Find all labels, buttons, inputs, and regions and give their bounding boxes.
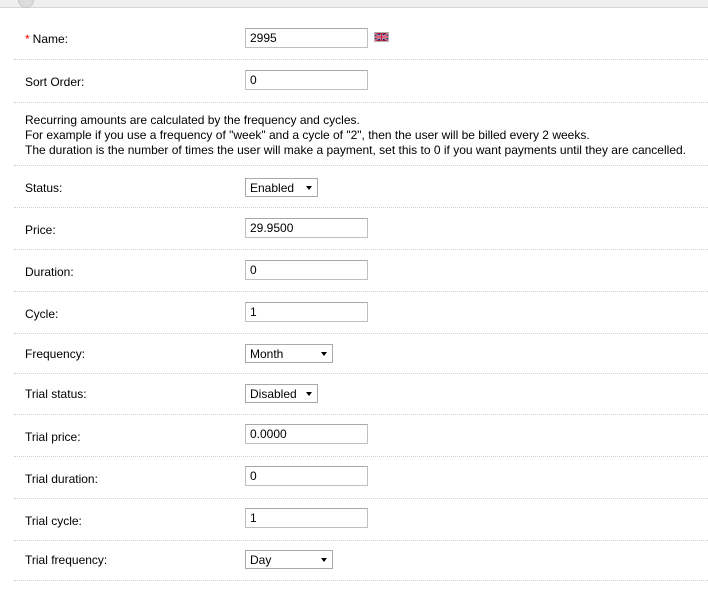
trial-duration-label: Trial duration: [25, 472, 98, 486]
sort-order-label: Sort Order: [25, 75, 85, 89]
duration-label: Duration: [25, 265, 74, 279]
status-row: Status: Enabled [14, 166, 708, 208]
trial-price-label: Trial price: [25, 430, 81, 444]
name-label-text: Name: [32, 32, 69, 46]
status-select[interactable]: Enabled [245, 178, 318, 197]
frequency-row: Frequency: Month [14, 334, 708, 374]
trial-status-row: Trial status: Disabled [14, 374, 708, 415]
trial-duration-input[interactable] [245, 466, 368, 486]
trial-cycle-row: Trial cycle: [14, 499, 708, 541]
panel-corner-icon [18, 0, 34, 8]
duration-row: Duration: [14, 250, 708, 292]
trial-frequency-row: Trial frequency: Day [14, 541, 708, 581]
trial-frequency-select[interactable]: Day [245, 550, 333, 569]
trial-cycle-input[interactable] [245, 508, 368, 528]
chevron-down-icon [321, 558, 327, 562]
trial-status-select-value: Disabled [250, 387, 297, 401]
info-line-2: For example if you use a frequency of "w… [25, 128, 590, 142]
name-row: * Name: [14, 17, 708, 60]
required-mark: * [25, 32, 30, 46]
frequency-select-value: Month [250, 347, 284, 361]
uk-flag-icon [374, 32, 389, 42]
cycle-label: Cycle: [25, 307, 59, 321]
price-label: Price: [25, 223, 56, 237]
sort-order-row: Sort Order: [14, 60, 708, 103]
trial-duration-row: Trial duration: [14, 457, 708, 499]
name-input[interactable] [245, 28, 368, 48]
price-row: Price: [14, 208, 708, 250]
trial-status-label: Trial status: [25, 387, 87, 401]
info-line-1: Recurring amounts are calculated by the … [25, 113, 360, 127]
info-line-3: The duration is the number of times the … [25, 143, 686, 157]
frequency-label: Frequency: [25, 347, 86, 361]
trial-cycle-label: Trial cycle: [25, 514, 82, 528]
recurring-info-text: Recurring amounts are calculated by the … [25, 113, 686, 158]
price-input[interactable] [245, 218, 368, 238]
cycle-input[interactable] [245, 302, 368, 322]
top-bar [0, 0, 708, 8]
frequency-select[interactable]: Month [245, 344, 333, 363]
duration-input[interactable] [245, 260, 368, 280]
chevron-down-icon [321, 352, 327, 356]
trial-price-input[interactable] [245, 424, 368, 444]
status-select-value: Enabled [250, 181, 295, 195]
status-label: Status: [25, 181, 63, 195]
name-label: * Name: [25, 32, 68, 46]
chevron-down-icon [306, 392, 312, 396]
trial-frequency-select-value: Day [250, 553, 272, 567]
sort-order-input[interactable] [245, 70, 368, 90]
cycle-row: Cycle: [14, 292, 708, 334]
info-row: Recurring amounts are calculated by the … [14, 103, 708, 166]
trial-frequency-label: Trial frequency: [25, 553, 108, 567]
chevron-down-icon [306, 186, 312, 190]
trial-status-select[interactable]: Disabled [245, 384, 318, 403]
trial-price-row: Trial price: [14, 415, 708, 457]
